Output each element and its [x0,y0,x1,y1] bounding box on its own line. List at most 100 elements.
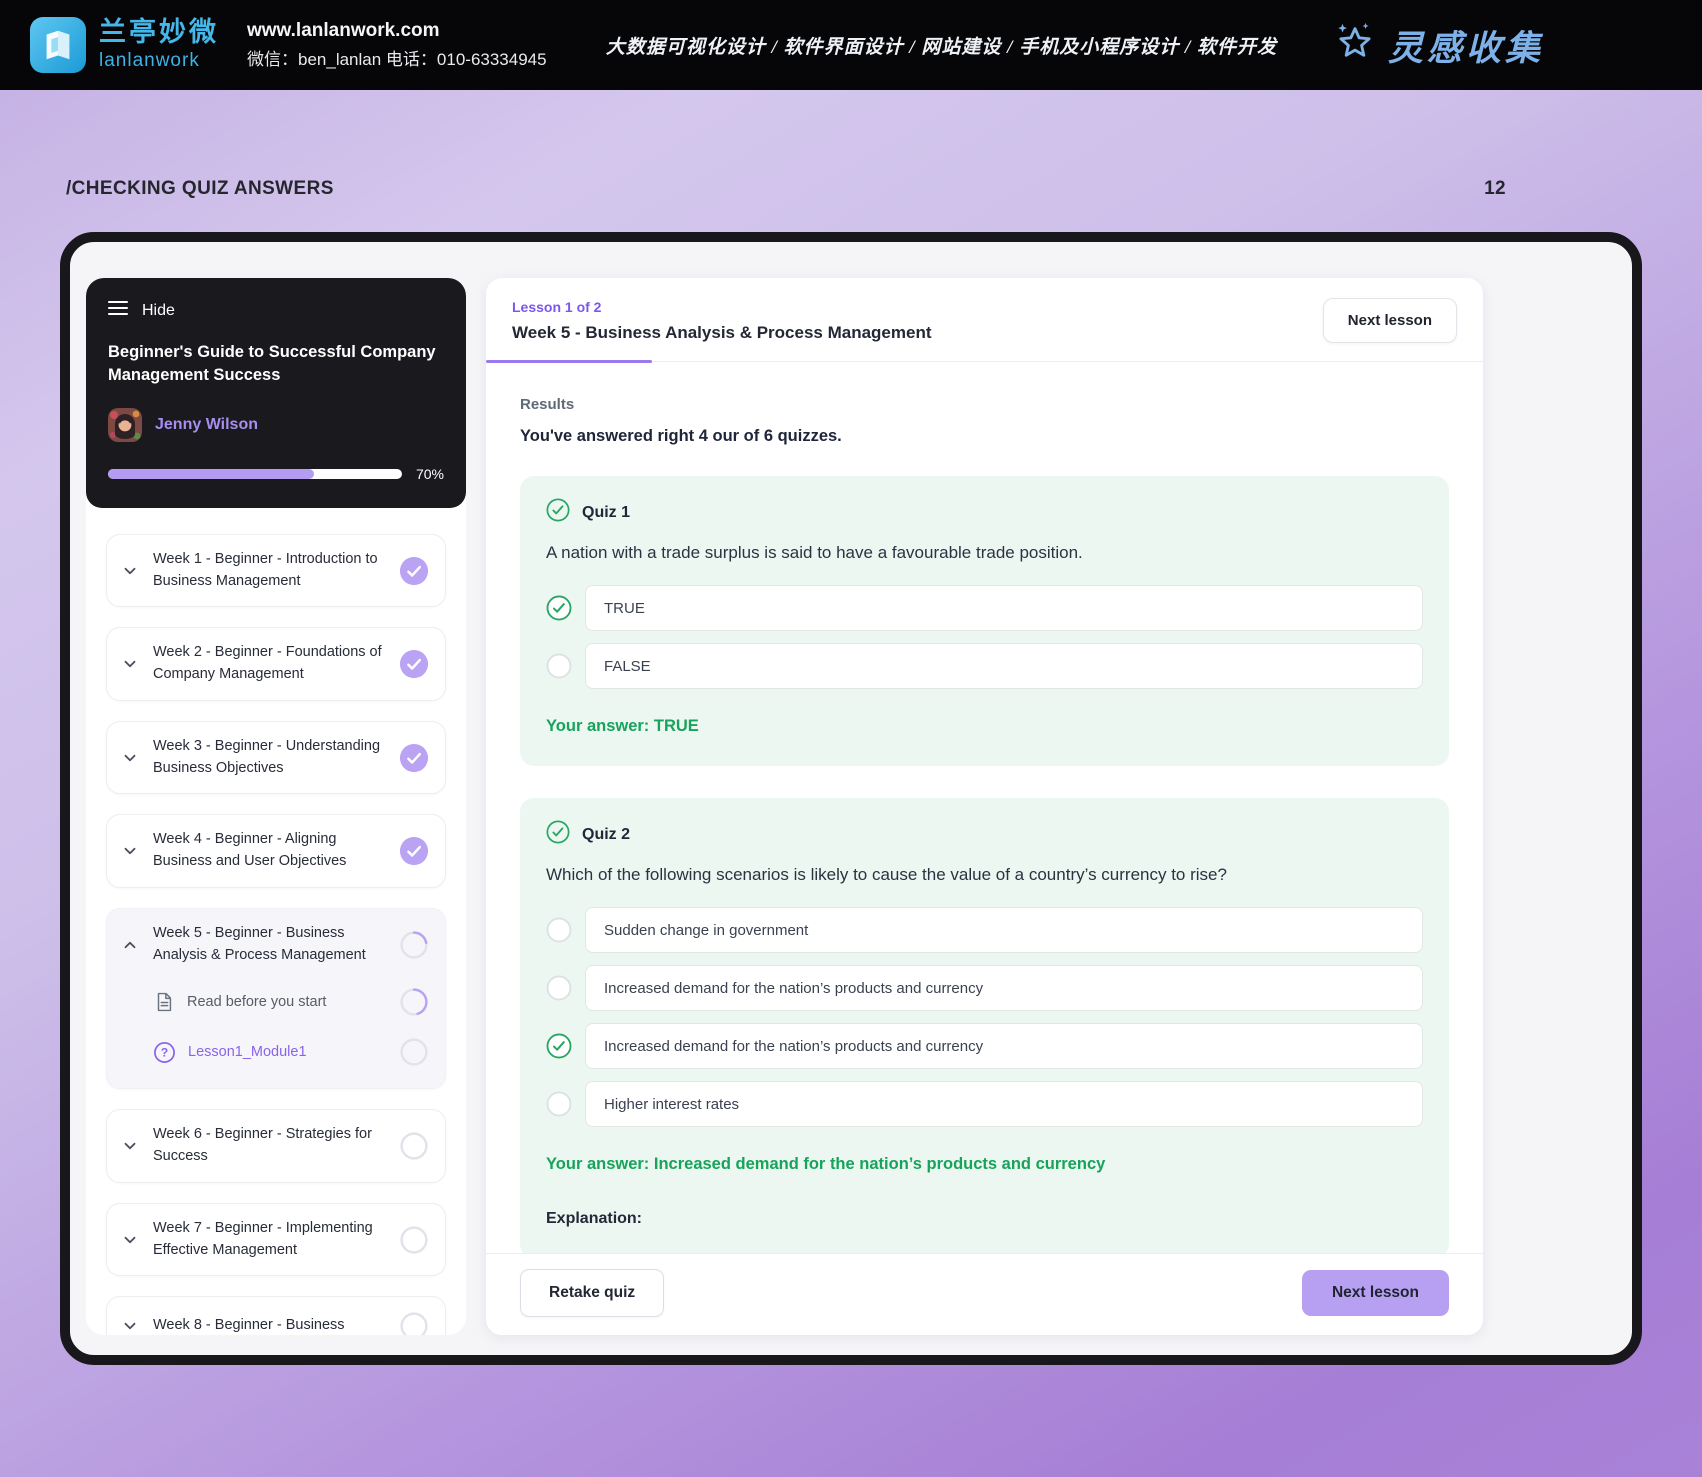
lesson-header: Lesson 1 of 2 Week 5 - Business Analysis… [486,278,1483,363]
document-icon [153,991,175,1013]
brand-chinese: 兰亭妙微 [99,17,219,48]
retake-quiz-button[interactable]: Retake quiz [520,1269,665,1317]
chevron-down-icon[interactable] [121,562,141,580]
completed-check-icon [399,743,429,773]
sidebar-week-item[interactable]: Week 5 - Beginner - Business Analysis & … [106,907,446,1090]
sidebar-week-item[interactable]: Week 1 - Beginner - Introduction to Busi… [106,533,446,608]
quiz-option-text: FALSE [585,643,1423,689]
chevron-down-icon[interactable] [121,749,141,767]
quiz-option[interactable]: Increased demand for the nation’s produc… [546,965,1423,1011]
quiz-option-text: Higher interest rates [585,1081,1423,1127]
completed-check-icon [399,836,429,866]
brand-english: lanlanwork [99,49,200,71]
results-summary: You've answered right 4 our of 6 quizzes… [520,427,842,445]
quiz-option[interactable]: Sudden change in government [546,907,1423,953]
progress-ring-icon [399,987,429,1017]
week-label: Week 5 - Beginner - Business Analysis & … [153,924,366,963]
sidebar-week-item[interactable]: Week 7 - Beginner - Implementing Effecti… [106,1202,446,1277]
progress-bar [108,468,402,479]
radio-empty-icon [546,917,572,943]
sidebar-lesson-item[interactable]: ? Lesson1_Module1 [153,1030,429,1074]
quiz-question: A nation with a trade surplus is said to… [546,543,1083,562]
svg-text:?: ? [161,1046,168,1060]
top-brand-bar: 兰亭妙微 lanlanwork www.lanlanwork.com 微信：be… [0,0,1702,90]
week-row: Week 5 - Beginner - Business Analysis & … [121,923,429,967]
week-sub-lessons: Read before you start? Lesson1_Module1 [121,980,429,1074]
quiz-name: Quiz 1 [582,503,631,521]
quiz-correct-check-icon [546,498,570,527]
quiz-list: Quiz 1 A nation with a trade surplus is s… [520,476,1449,1253]
week-row: Week 3 - Beginner - Understanding Busine… [121,736,429,780]
chevron-down-icon[interactable] [121,1317,141,1335]
instructor-row: Jenny Wilson [108,407,444,442]
quiz-option[interactable]: TRUE [546,585,1423,631]
radio-empty-icon [546,653,572,679]
completed-check-icon [399,556,429,586]
explanation-label: Explanation: [546,1210,643,1227]
week-label: Week 1 - Beginner - Introduction to Busi… [153,550,378,589]
chevron-down-icon[interactable] [121,1137,141,1155]
chevron-up-icon[interactable] [121,936,141,954]
course-title: Beginner's Guide to Successful Company M… [108,343,436,385]
week-row: Week 7 - Beginner - Implementing Effecti… [121,1218,429,1262]
chevron-down-icon[interactable] [121,1231,141,1249]
week-row: Week 2 - Beginner - Foundations of Compa… [121,642,429,686]
quiz-option[interactable]: Increased demand for the nation’s produc… [546,1023,1423,1069]
chevron-down-icon[interactable] [121,655,141,673]
course-progress: 70% [108,466,444,482]
week-row: Week 1 - Beginner - Introduction to Busi… [121,549,429,593]
quiz-result-card: Quiz 1 A nation with a trade surplus is s… [520,476,1449,766]
quiz-option-text: Increased demand for the nation’s produc… [585,1023,1423,1069]
page-number: 12 [1484,178,1506,199]
sidebar-week-item[interactable]: Week 3 - Beginner - Understanding Busine… [106,720,446,795]
next-lesson-button-top[interactable]: Next lesson [1322,298,1457,343]
quiz-correct-check-icon [546,820,570,849]
slide-caption-row: /CHECKING QUIZ ANSWERS 12 [0,90,1702,200]
your-answer-text: Your answer: Increased demand for the na… [546,1155,1106,1173]
lesson-footer: Retake quiz Next lesson [486,1253,1483,1335]
question-icon: ? [153,1041,176,1064]
collect-label: 灵感收集 [1387,28,1544,68]
sidebar-week-item[interactable]: Week 4 - Beginner - Aligning Business an… [106,814,446,888]
instructor-name: Jenny Wilson [155,415,258,433]
services-list: 大数据可视化设计 / 软件界面设计 / 网站建设 / 手机及小程序设计 / 软件… [605,36,1277,58]
progress-ring-icon [399,1037,429,1067]
sidebar-week-item[interactable]: Week 8 - Beginner - Business [106,1296,446,1335]
hide-sidebar-button[interactable]: Hide [108,300,444,321]
lesson-panel: Lesson 1 of 2 Week 5 - Business Analysis… [486,278,1483,1335]
quiz-option[interactable]: Higher interest rates [546,1081,1423,1127]
brand-names: 兰亭妙微 lanlanwork [99,18,219,72]
quiz-result-card: Quiz 2 Which of the following scenarios i… [520,798,1449,1253]
course-sidebar: Hide Beginner's Guide to Successful Comp… [86,278,466,1335]
next-lesson-button-bottom[interactable]: Next lesson [1301,1270,1449,1316]
radio-empty-icon [546,1091,572,1117]
week-row: Week 4 - Beginner - Aligning Business an… [121,829,429,873]
page-title: /CHECKING QUIZ ANSWERS [66,178,334,199]
inspiration-collect: 灵感收集 [1332,20,1544,71]
progress-percent: 70% [415,465,444,482]
results-area: Results You've answered right 4 our of 6… [486,362,1483,1253]
quiz-option-text: TRUE [585,585,1423,631]
week-label: Week 2 - Beginner - Foundations of Compa… [153,644,382,683]
radio-checked-icon [546,1033,572,1059]
quiz-option-text: Increased demand for the nation’s produc… [585,965,1423,1011]
week-label: Week 4 - Beginner - Aligning Business an… [153,831,347,870]
lesson-header-text: Lesson 1 of 2 Week 5 - Business Analysis… [512,299,932,343]
star-sparkle-icon [1332,20,1378,71]
week-list: Week 1 - Beginner - Introduction to Busi… [86,508,466,1335]
week-label: Week 3 - Beginner - Understanding Busine… [153,737,381,776]
progress-ring-icon [399,1311,429,1335]
lesson-title: Week 5 - Business Analysis & Process Man… [512,322,932,342]
lesson-item-label: Read before you start [187,994,327,1011]
lesson-item-label: Lesson1_Module1 [188,1044,307,1061]
quiz-option[interactable]: FALSE [546,643,1423,689]
sidebar-lesson-item[interactable]: Read before you start [153,980,429,1024]
completed-check-icon [399,649,429,679]
chevron-down-icon[interactable] [121,842,141,860]
contact-info: 微信：ben_lanlan 电话：010-63334945 [247,49,547,69]
radio-empty-icon [546,975,572,1001]
sidebar-week-item[interactable]: Week 2 - Beginner - Foundations of Compa… [106,627,446,701]
sidebar-header: Hide Beginner's Guide to Successful Comp… [86,278,466,508]
quiz-card-header: Quiz 1 [546,498,1423,527]
sidebar-week-item[interactable]: Week 6 - Beginner - Strategies for Succe… [106,1109,446,1183]
